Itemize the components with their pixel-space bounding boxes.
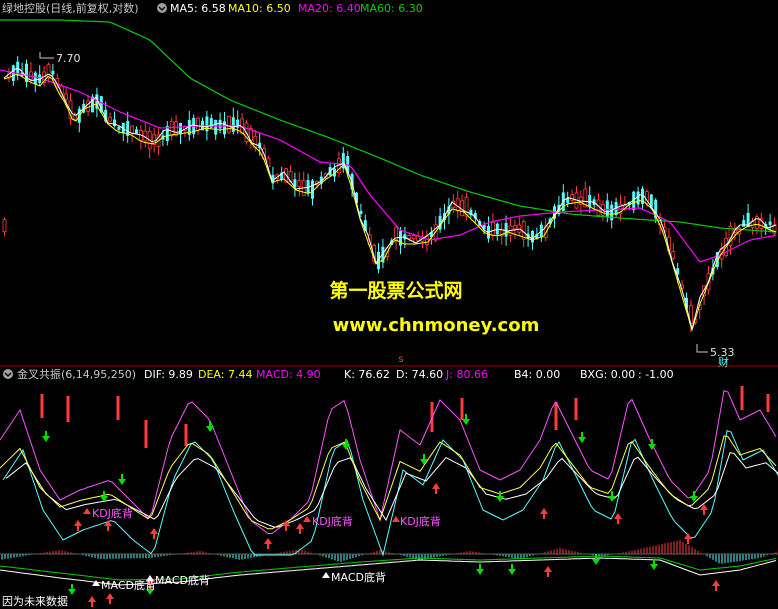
candle-body xyxy=(135,129,138,134)
candle-body xyxy=(671,251,676,259)
stock-title: 绿地控股(日线,前复权,对数) xyxy=(2,1,139,15)
candle-body xyxy=(517,224,522,233)
signal-bar xyxy=(766,394,770,412)
macd-divergence-label: MACD底背 xyxy=(331,570,386,584)
candle-body xyxy=(2,219,7,233)
candle-body xyxy=(214,119,218,135)
signal-bar xyxy=(554,402,558,430)
signal-bar xyxy=(66,396,70,422)
candle-body xyxy=(636,191,640,205)
candle-body xyxy=(311,180,314,199)
d-label: D: 74.60 xyxy=(396,368,443,381)
candle-body xyxy=(455,198,460,212)
candle-body xyxy=(113,119,116,127)
signal-bar xyxy=(116,396,120,420)
candle-body xyxy=(174,121,179,136)
candle-body xyxy=(165,126,169,142)
footer-note: 因为未来数据 xyxy=(2,594,68,608)
dea-label: DEA: 7.44 xyxy=(198,368,252,381)
candle-body xyxy=(231,117,235,132)
candle-body xyxy=(226,115,231,133)
candle-body xyxy=(588,195,592,208)
candle-body xyxy=(531,230,534,243)
candle-body xyxy=(117,126,121,130)
low-note-label: 财 xyxy=(718,355,729,369)
candle-body xyxy=(359,210,363,214)
ma20-label: MA20: 6.40 xyxy=(298,2,361,15)
candle-body xyxy=(513,225,517,230)
bxg-label: BXG: 0.00 xyxy=(580,368,635,381)
candle-body xyxy=(205,116,209,132)
candle-body xyxy=(297,180,302,187)
ma60-label: MA60: 6.30 xyxy=(360,2,423,15)
k-label: K: 76.62 xyxy=(344,368,390,381)
candle-body xyxy=(86,100,90,112)
watermark-url: www.chnmoney.com xyxy=(333,315,540,336)
candle-body xyxy=(490,221,495,236)
signal-bar xyxy=(740,386,744,410)
candle-body xyxy=(51,70,55,75)
macd-divergence-label: MACD底背 xyxy=(155,573,210,587)
candle-body xyxy=(196,117,201,131)
candle-body xyxy=(33,72,37,85)
extra-value-label: : -1.00 xyxy=(638,368,674,381)
candle-body xyxy=(64,93,68,100)
signal-bar xyxy=(40,394,44,418)
signal-bar xyxy=(460,398,464,420)
price-panel-header: 绿地控股(日线,前复权,对数) MA5: 6.58 MA10: 6.50 MA2… xyxy=(2,1,423,15)
macd-divergence-marker-2: MACD底背 xyxy=(146,573,210,587)
signal-bar xyxy=(574,398,578,420)
candle-body xyxy=(130,125,135,134)
macd-divergence-marker-1: MACD底背 xyxy=(92,578,156,592)
candle-body xyxy=(108,116,112,122)
high-price-label: 7.70 xyxy=(56,52,81,65)
candle-body xyxy=(742,220,746,227)
ma5-label: MA5: 6.58 xyxy=(170,2,226,15)
signal-bar xyxy=(144,420,148,448)
watermark-title: 第一股票公式网 xyxy=(329,279,462,302)
macd-divergence-marker-3: MACD底背 xyxy=(322,570,386,584)
candle-body xyxy=(73,115,77,120)
kdj-divergence-marker-3: KDJ底背 xyxy=(392,514,441,528)
candle-body xyxy=(218,119,222,129)
separator-mark: s xyxy=(398,354,403,365)
dif-label: DIF: 9.89 xyxy=(144,368,193,381)
candle-body xyxy=(411,235,416,240)
ma10-label: MA10: 6.50 xyxy=(228,2,291,15)
b4-label: B4: 0.00 xyxy=(514,368,560,381)
kdj-divergence-label: KDJ底背 xyxy=(92,506,133,520)
indicator-title: 金叉共振(6,14,95,250) xyxy=(17,367,136,381)
settings-toggle-icon[interactable] xyxy=(157,3,167,13)
kdj-divergence-label: KDJ底背 xyxy=(400,514,441,528)
candle-body xyxy=(179,123,182,135)
kdj-divergence-label: KDJ底背 xyxy=(312,514,353,528)
macd-label: MACD: 4.90 xyxy=(256,368,321,381)
indicator-settings-icon[interactable] xyxy=(3,369,13,379)
signal-bar xyxy=(184,424,188,446)
candle-body xyxy=(399,231,402,246)
candle-body xyxy=(768,221,772,225)
j-label: J: 80.66 xyxy=(445,368,488,381)
candle-body xyxy=(407,235,412,240)
candle-body xyxy=(169,120,174,137)
stock-chart[interactable]: 绿地控股(日线,前复权,对数) MA5: 6.58 MA10: 6.50 MA2… xyxy=(0,0,778,609)
candle-body xyxy=(504,223,508,237)
candle-body xyxy=(223,121,226,135)
